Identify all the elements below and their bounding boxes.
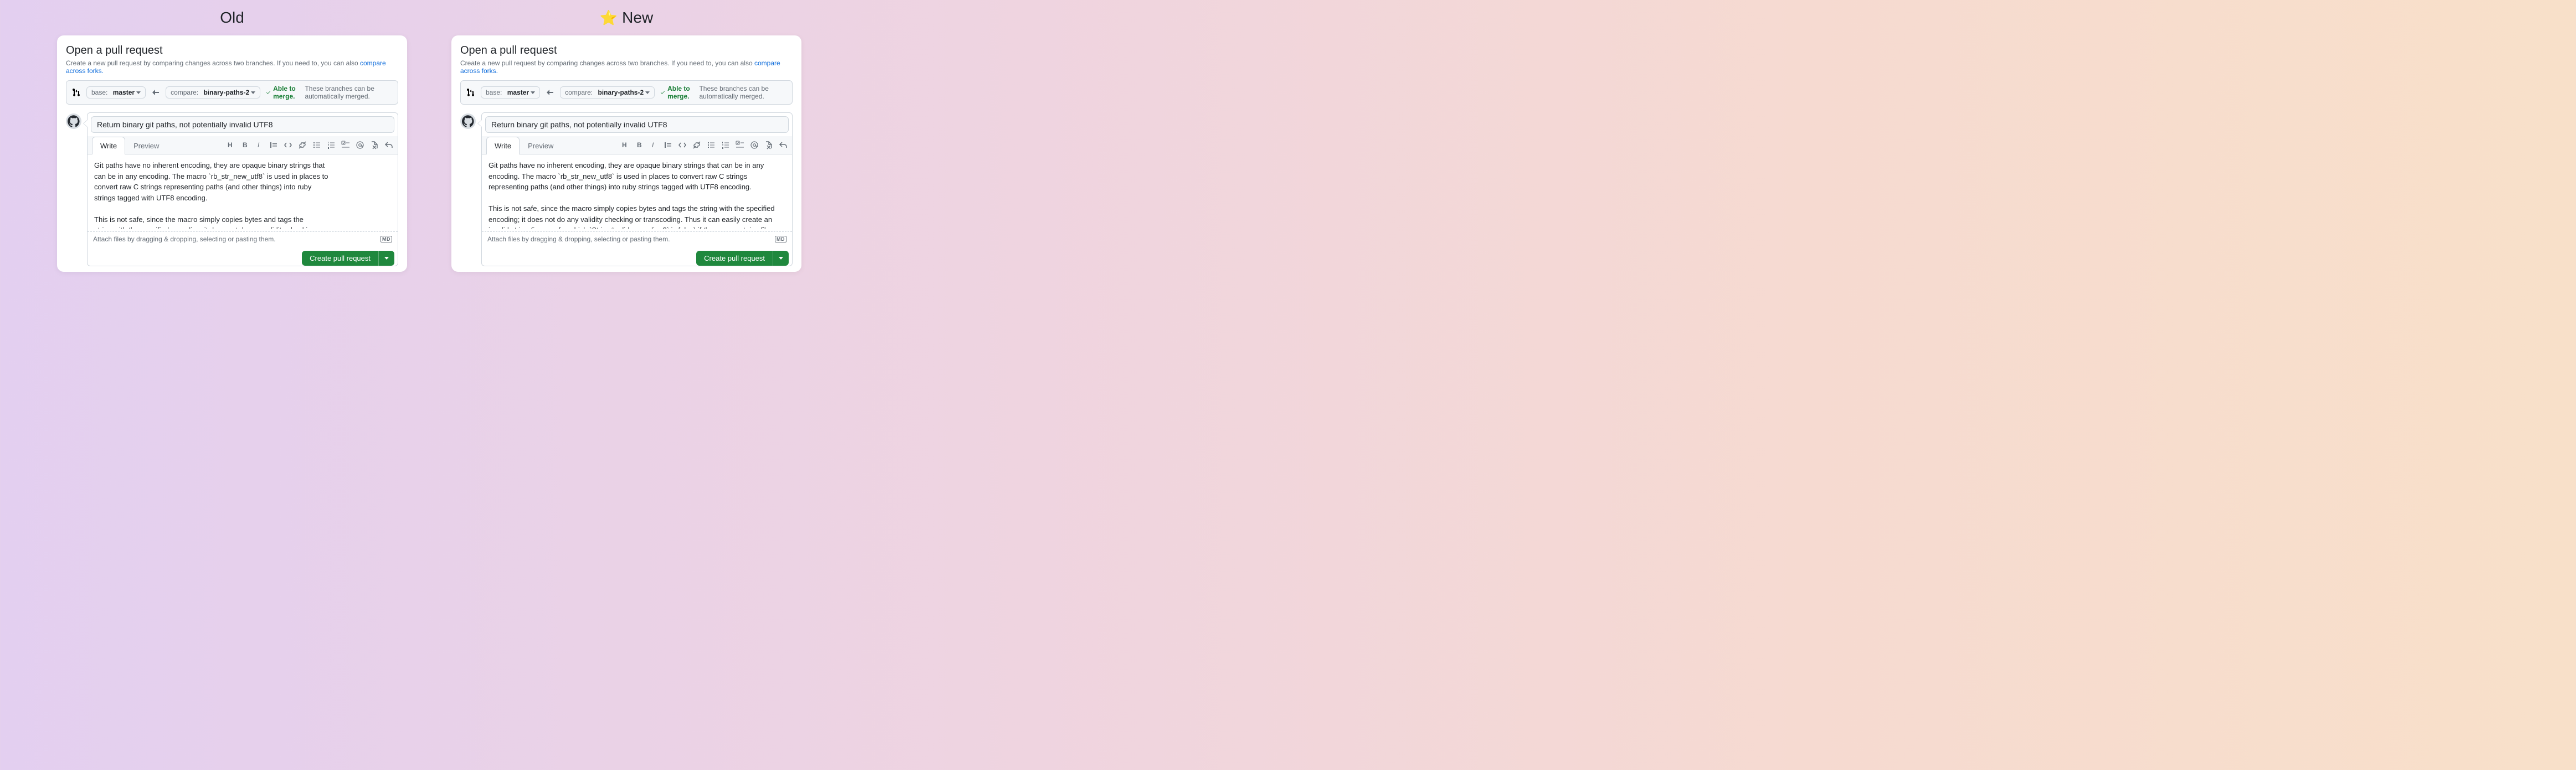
quote-icon[interactable] [664, 141, 672, 149]
pr-title-input[interactable] [485, 116, 789, 133]
pr-body-textarea[interactable] [482, 154, 792, 229]
column-title-old: Old [220, 9, 244, 27]
mention-icon[interactable] [356, 141, 364, 149]
user-avatar[interactable] [460, 113, 476, 129]
compose-box: Write Preview [481, 112, 793, 266]
reply-icon[interactable] [779, 141, 788, 149]
compare-branch-button[interactable]: compare: binary-paths-2 [166, 86, 260, 99]
formatting-toolbar [226, 141, 393, 149]
tab-write[interactable]: Write [92, 137, 125, 154]
quote-icon[interactable] [269, 141, 278, 149]
code-icon[interactable] [284, 141, 292, 149]
cross-ref-icon[interactable] [370, 141, 379, 149]
caret-down-icon [645, 91, 650, 94]
octocat-icon [462, 115, 474, 127]
tab-preview[interactable]: Preview [125, 137, 167, 154]
old-label: Old [220, 9, 244, 27]
git-compare-icon [72, 88, 81, 97]
create-pr-button[interactable]: Create pull request [696, 251, 773, 266]
compare-bar: base: master compare: binary-paths-2 Abl… [460, 80, 793, 105]
caret-down-icon [136, 91, 141, 94]
bold-icon[interactable] [635, 141, 644, 149]
pr-body-textarea[interactable] [88, 154, 398, 229]
tab-preview[interactable]: Preview [520, 137, 562, 154]
check-icon [266, 89, 271, 96]
page-heading: Open a pull request [460, 44, 793, 57]
create-pr-button[interactable]: Create pull request [302, 251, 378, 266]
ordered-list-icon[interactable] [721, 141, 730, 149]
markdown-badge[interactable]: MD [775, 236, 786, 242]
link-icon[interactable] [298, 141, 307, 149]
markdown-badge[interactable]: MD [381, 236, 392, 242]
attach-hint[interactable]: Attach files by dragging & dropping, sel… [93, 235, 276, 243]
caret-down-icon [251, 91, 255, 94]
task-list-icon[interactable] [341, 141, 350, 149]
code-icon[interactable] [678, 141, 687, 149]
arrow-left-icon [151, 88, 160, 97]
create-pr-dropdown[interactable] [378, 251, 394, 266]
formatting-toolbar [620, 141, 788, 149]
italic-icon[interactable] [649, 141, 658, 149]
caret-down-icon [531, 91, 535, 94]
link-icon[interactable] [692, 141, 701, 149]
page-subheading: Create a new pull request by comparing c… [460, 59, 793, 75]
bold-icon[interactable] [240, 141, 249, 149]
italic-icon[interactable] [255, 141, 264, 149]
task-list-icon[interactable] [736, 141, 744, 149]
mention-icon[interactable] [750, 141, 759, 149]
base-branch-button[interactable]: base: master [481, 86, 540, 99]
heading-icon[interactable] [226, 141, 235, 149]
create-pr-dropdown[interactable] [773, 251, 789, 266]
panel-new: Open a pull request Create a new pull re… [451, 35, 801, 272]
caret-down-icon [779, 257, 783, 260]
compare-branch-button[interactable]: compare: binary-paths-2 [560, 86, 655, 99]
git-compare-icon [466, 88, 475, 97]
page-subheading: Create a new pull request by comparing c… [66, 59, 398, 75]
check-icon [660, 89, 665, 96]
unordered-list-icon[interactable] [707, 141, 716, 149]
caret-down-icon [384, 257, 389, 260]
compose-box: Write Preview [87, 112, 398, 266]
compare-bar: base: master compare: binary-paths-2 Abl… [66, 80, 398, 105]
attach-hint[interactable]: Attach files by dragging & dropping, sel… [487, 235, 670, 243]
user-avatar[interactable] [66, 113, 81, 129]
ordered-list-icon[interactable] [327, 141, 336, 149]
arrow-left-icon [546, 88, 554, 97]
page-heading: Open a pull request [66, 44, 398, 57]
reply-icon[interactable] [384, 141, 393, 149]
panel-old: Open a pull request Create a new pull re… [57, 35, 407, 272]
unordered-list-icon[interactable] [312, 141, 321, 149]
octocat-icon [68, 115, 80, 127]
cross-ref-icon[interactable] [764, 141, 773, 149]
new-label: New [622, 9, 653, 27]
column-title-new: ⭐ New [600, 9, 653, 27]
pr-title-input[interactable] [91, 116, 394, 133]
star-icon: ⭐ [600, 9, 618, 27]
heading-icon[interactable] [620, 141, 629, 149]
tab-write[interactable]: Write [486, 137, 520, 154]
base-branch-button[interactable]: base: master [86, 86, 146, 99]
merge-status: Able to merge. These branches can be aut… [266, 85, 392, 100]
merge-status: Able to merge. These branches can be aut… [660, 85, 786, 100]
